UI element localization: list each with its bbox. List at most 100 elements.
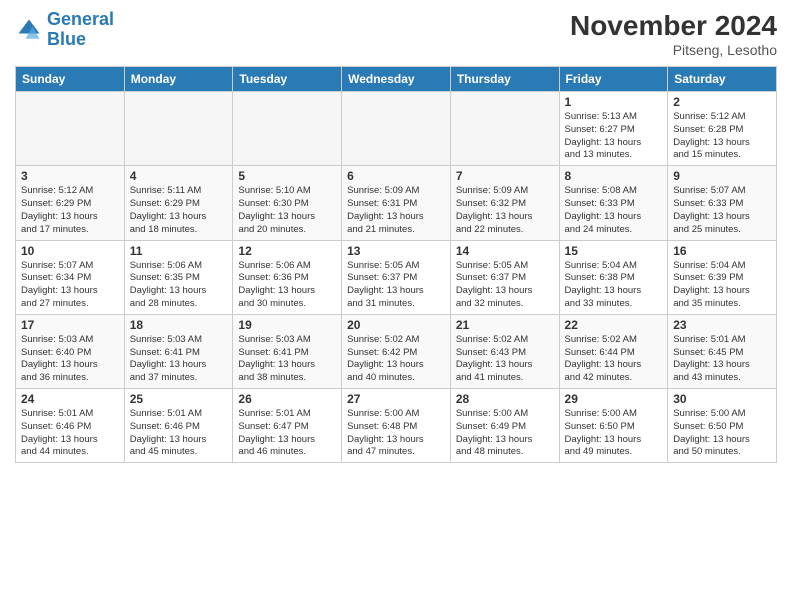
logo-general: General	[47, 9, 114, 29]
weekday-thursday: Thursday	[450, 67, 559, 92]
day-number: 19	[238, 318, 336, 332]
day-number: 3	[21, 169, 119, 183]
weekday-monday: Monday	[124, 67, 233, 92]
day-info: Sunrise: 5:07 AM Sunset: 6:34 PM Dayligh…	[21, 260, 119, 311]
calendar-cell: 18 Sunrise: 5:03 AM Sunset: 6:41 PM Dayli…	[124, 314, 233, 388]
header: General Blue November 2024 Pitseng, Leso…	[15, 10, 777, 58]
calendar-cell: 8Sunrise: 5:08 AM Sunset: 6:33 PM Daylig…	[559, 166, 668, 240]
calendar-cell: 1 Sunrise: 5:13 AM Sunset: 6:27 PM Daylig…	[559, 92, 668, 166]
day-info: Sunrise: 5:05 AM Sunset: 6:37 PM Dayligh…	[456, 260, 554, 311]
weekday-sunday: Sunday	[16, 67, 125, 92]
day-info: Sunrise: 5:04 AM Sunset: 6:39 PM Dayligh…	[673, 260, 771, 311]
weekday-friday: Friday	[559, 67, 668, 92]
calendar-cell: 12Sunrise: 5:06 AM Sunset: 6:36 PM Dayli…	[233, 240, 342, 314]
calendar-cell: 14 Sunrise: 5:05 AM Sunset: 6:37 PM Dayli…	[450, 240, 559, 314]
day-number: 22	[565, 318, 663, 332]
day-number: 9	[673, 169, 771, 183]
calendar-cell	[16, 92, 125, 166]
day-info: Sunrise: 5:06 AM Sunset: 6:35 PM Dayligh…	[130, 260, 228, 311]
day-info: Sunrise: 5:09 AM Sunset: 6:31 PM Dayligh…	[347, 185, 445, 236]
day-number: 6	[347, 169, 445, 183]
calendar-cell	[342, 92, 451, 166]
month-title: November 2024	[570, 10, 777, 42]
day-info: Sunrise: 5:13 AM Sunset: 6:27 PM Dayligh…	[565, 111, 663, 162]
day-info: Sunrise: 5:03 AM Sunset: 6:40 PM Dayligh…	[21, 334, 119, 385]
calendar-cell: 29 Sunrise: 5:00 AM Sunset: 6:50 PM Dayli…	[559, 389, 668, 463]
day-info: Sunrise: 5:00 AM Sunset: 6:50 PM Dayligh…	[565, 408, 663, 459]
logo: General Blue	[15, 10, 114, 50]
day-number: 4	[130, 169, 228, 183]
calendar-cell: 10 Sunrise: 5:07 AM Sunset: 6:34 PM Dayli…	[16, 240, 125, 314]
calendar-cell: 9 Sunrise: 5:07 AM Sunset: 6:33 PM Daylig…	[668, 166, 777, 240]
calendar-cell: 24 Sunrise: 5:01 AM Sunset: 6:46 PM Dayli…	[16, 389, 125, 463]
day-info: Sunrise: 5:07 AM Sunset: 6:33 PM Dayligh…	[673, 185, 771, 236]
calendar-cell: 4 Sunrise: 5:11 AM Sunset: 6:29 PM Daylig…	[124, 166, 233, 240]
day-number: 21	[456, 318, 554, 332]
week-row-2: 3 Sunrise: 5:12 AM Sunset: 6:29 PM Daylig…	[16, 166, 777, 240]
day-info: Sunrise: 5:03 AM Sunset: 6:41 PM Dayligh…	[130, 334, 228, 385]
day-info: Sunrise: 5:01 AM Sunset: 6:46 PM Dayligh…	[21, 408, 119, 459]
calendar-cell: 16Sunrise: 5:04 AM Sunset: 6:39 PM Dayli…	[668, 240, 777, 314]
calendar-cell	[124, 92, 233, 166]
day-info: Sunrise: 5:00 AM Sunset: 6:48 PM Dayligh…	[347, 408, 445, 459]
day-number: 13	[347, 244, 445, 258]
calendar-cell: 20 Sunrise: 5:02 AM Sunset: 6:42 PM Dayli…	[342, 314, 451, 388]
day-info: Sunrise: 5:02 AM Sunset: 6:43 PM Dayligh…	[456, 334, 554, 385]
calendar-cell	[233, 92, 342, 166]
day-number: 18	[130, 318, 228, 332]
day-number: 20	[347, 318, 445, 332]
calendar: SundayMondayTuesdayWednesdayThursdayFrid…	[15, 66, 777, 463]
day-number: 10	[21, 244, 119, 258]
title-block: November 2024 Pitseng, Lesotho	[570, 10, 777, 58]
day-number: 15	[565, 244, 663, 258]
day-info: Sunrise: 5:01 AM Sunset: 6:46 PM Dayligh…	[130, 408, 228, 459]
logo-text: General Blue	[47, 10, 114, 50]
day-info: Sunrise: 5:02 AM Sunset: 6:44 PM Dayligh…	[565, 334, 663, 385]
day-number: 28	[456, 392, 554, 406]
calendar-cell: 3 Sunrise: 5:12 AM Sunset: 6:29 PM Daylig…	[16, 166, 125, 240]
day-number: 2	[673, 95, 771, 109]
calendar-cell: 26 Sunrise: 5:01 AM Sunset: 6:47 PM Dayli…	[233, 389, 342, 463]
day-info: Sunrise: 5:04 AM Sunset: 6:38 PM Dayligh…	[565, 260, 663, 311]
day-number: 23	[673, 318, 771, 332]
day-number: 17	[21, 318, 119, 332]
calendar-cell: 22 Sunrise: 5:02 AM Sunset: 6:44 PM Dayli…	[559, 314, 668, 388]
location-subtitle: Pitseng, Lesotho	[570, 42, 777, 58]
day-info: Sunrise: 5:10 AM Sunset: 6:30 PM Dayligh…	[238, 185, 336, 236]
logo-blue: Blue	[47, 29, 86, 49]
weekday-wednesday: Wednesday	[342, 67, 451, 92]
calendar-cell: 2Sunrise: 5:12 AM Sunset: 6:28 PM Daylig…	[668, 92, 777, 166]
calendar-cell: 6 Sunrise: 5:09 AM Sunset: 6:31 PM Daylig…	[342, 166, 451, 240]
calendar-cell: 11Sunrise: 5:06 AM Sunset: 6:35 PM Dayli…	[124, 240, 233, 314]
calendar-cell: 23 Sunrise: 5:01 AM Sunset: 6:45 PM Dayli…	[668, 314, 777, 388]
logo-icon	[15, 16, 43, 44]
day-info: Sunrise: 5:12 AM Sunset: 6:29 PM Dayligh…	[21, 185, 119, 236]
day-number: 25	[130, 392, 228, 406]
calendar-cell: 25 Sunrise: 5:01 AM Sunset: 6:46 PM Dayli…	[124, 389, 233, 463]
weekday-header-row: SundayMondayTuesdayWednesdayThursdayFrid…	[16, 67, 777, 92]
day-number: 5	[238, 169, 336, 183]
day-number: 14	[456, 244, 554, 258]
calendar-cell: 15 Sunrise: 5:04 AM Sunset: 6:38 PM Dayli…	[559, 240, 668, 314]
day-number: 1	[565, 95, 663, 109]
day-info: Sunrise: 5:01 AM Sunset: 6:47 PM Dayligh…	[238, 408, 336, 459]
day-info: Sunrise: 5:00 AM Sunset: 6:49 PM Dayligh…	[456, 408, 554, 459]
week-row-4: 17 Sunrise: 5:03 AM Sunset: 6:40 PM Dayli…	[16, 314, 777, 388]
day-info: Sunrise: 5:11 AM Sunset: 6:29 PM Dayligh…	[130, 185, 228, 236]
day-number: 7	[456, 169, 554, 183]
day-number: 24	[21, 392, 119, 406]
week-row-5: 24 Sunrise: 5:01 AM Sunset: 6:46 PM Dayli…	[16, 389, 777, 463]
calendar-cell: 21 Sunrise: 5:02 AM Sunset: 6:43 PM Dayli…	[450, 314, 559, 388]
day-info: Sunrise: 5:05 AM Sunset: 6:37 PM Dayligh…	[347, 260, 445, 311]
day-info: Sunrise: 5:01 AM Sunset: 6:45 PM Dayligh…	[673, 334, 771, 385]
day-number: 27	[347, 392, 445, 406]
day-info: Sunrise: 5:09 AM Sunset: 6:32 PM Dayligh…	[456, 185, 554, 236]
day-info: Sunrise: 5:08 AM Sunset: 6:33 PM Dayligh…	[565, 185, 663, 236]
day-number: 29	[565, 392, 663, 406]
day-number: 30	[673, 392, 771, 406]
day-info: Sunrise: 5:02 AM Sunset: 6:42 PM Dayligh…	[347, 334, 445, 385]
calendar-cell: 7 Sunrise: 5:09 AM Sunset: 6:32 PM Daylig…	[450, 166, 559, 240]
weekday-saturday: Saturday	[668, 67, 777, 92]
day-number: 26	[238, 392, 336, 406]
page: General Blue November 2024 Pitseng, Leso…	[0, 0, 792, 612]
